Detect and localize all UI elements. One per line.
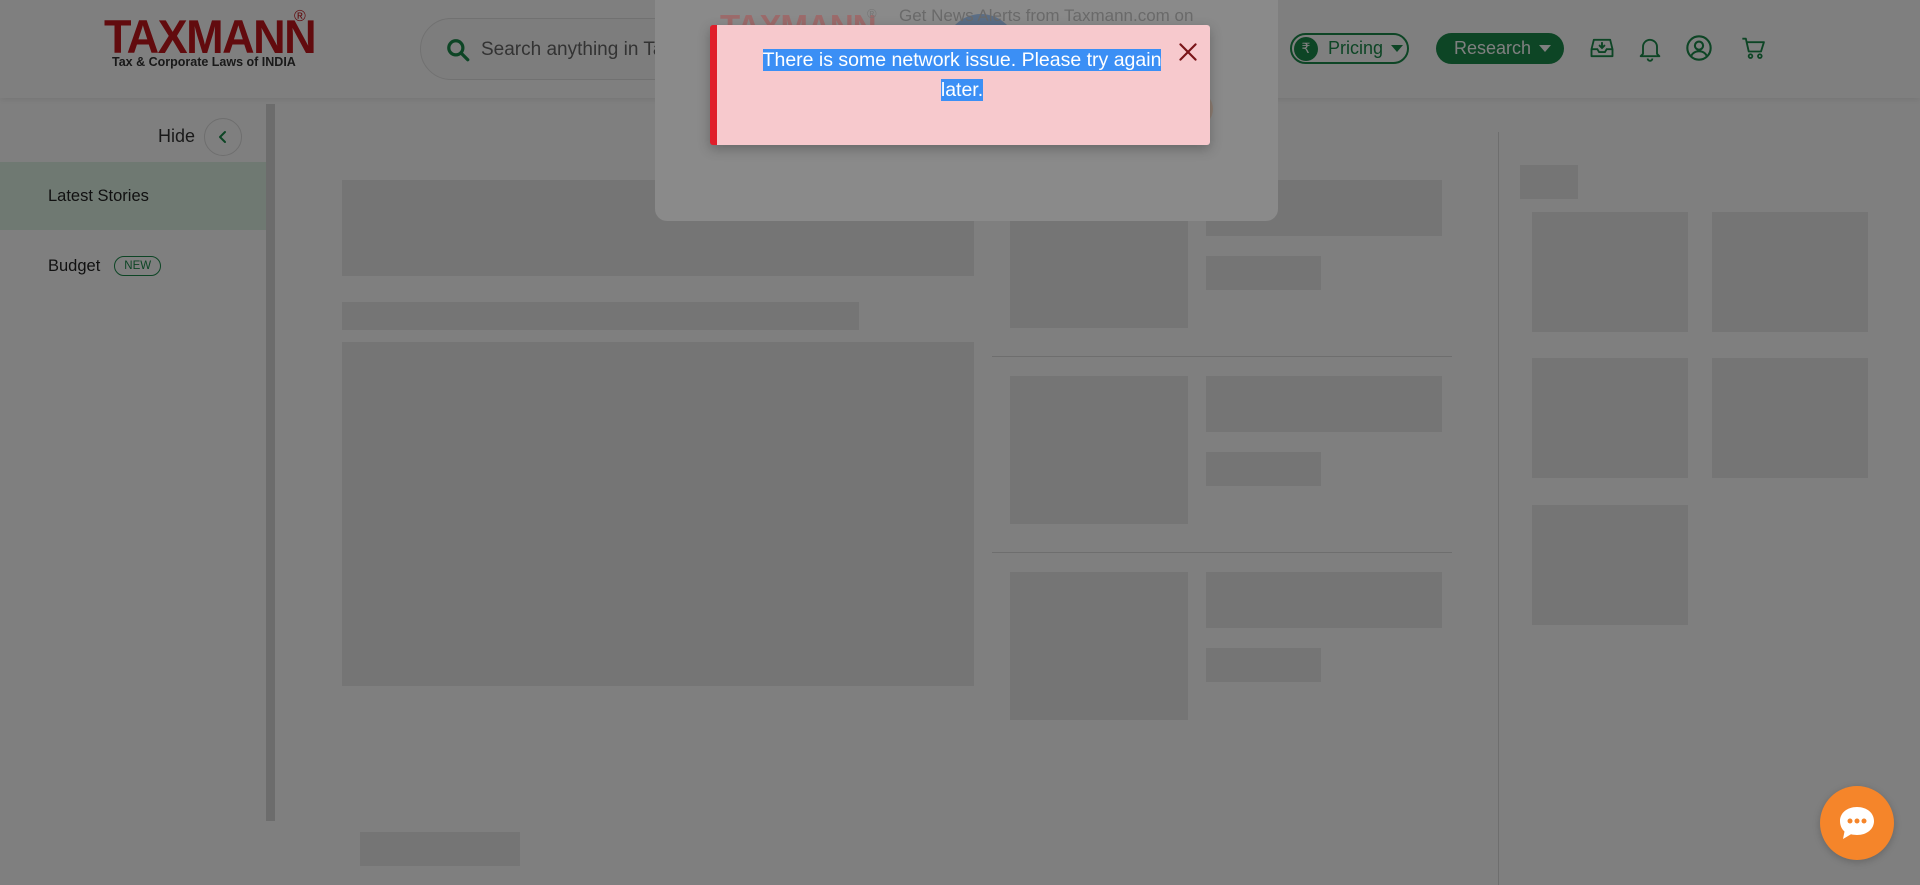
toast-message: There is some network issue. Please try … xyxy=(757,45,1167,105)
close-icon[interactable] xyxy=(1175,39,1201,65)
modal-text: Get News Alerts from Taxmann.com on xyxy=(899,6,1194,25)
error-toast: There is some network issue. Please try … xyxy=(710,25,1210,145)
modal-logo-registered-mark: ® xyxy=(867,6,877,21)
chat-bubble-icon xyxy=(1840,807,1874,839)
toast-message-line-2: later. xyxy=(940,79,984,101)
toast-message-line-1: There is some network issue. Please try … xyxy=(762,49,1162,71)
chat-button[interactable] xyxy=(1820,786,1894,860)
